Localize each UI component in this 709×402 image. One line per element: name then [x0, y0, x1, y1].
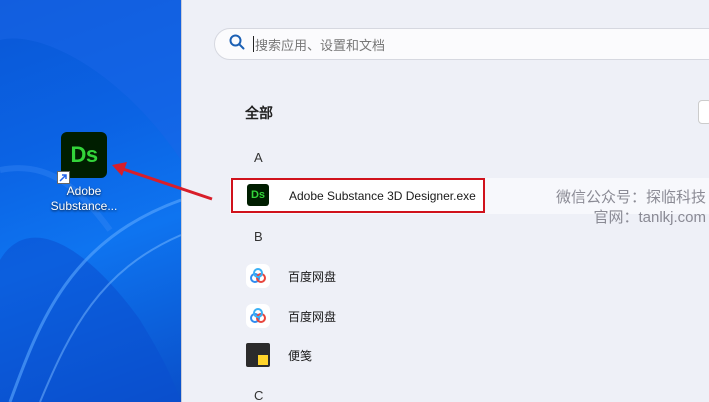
desktop-shortcut-label: Adobe Substance...: [50, 184, 118, 213]
section-title: 全部: [245, 105, 273, 121]
baidu-netdisk-icon: [246, 304, 270, 328]
app-item-label: 便笺: [288, 348, 313, 363]
sticky-notes-icon: [246, 343, 270, 367]
ds-icon-text: Ds: [250, 188, 266, 201]
letter-header-b[interactable]: B: [254, 229, 263, 244]
back-button[interactable]: [698, 100, 709, 124]
watermark-line-1: 微信公众号：探临科技: [555, 189, 706, 206]
ds-icon: Ds: [247, 183, 271, 208]
desktop-shortcut-substance-designer[interactable]: Ds Adobe Substance...: [48, 132, 120, 214]
letter-header-a[interactable]: A: [254, 150, 263, 165]
search-icon: [229, 34, 245, 55]
desktop: Ds Adobe Substance...: [0, 0, 181, 402]
shortcut-arrow-icon: [57, 171, 70, 184]
app-item-baidu-netdisk[interactable]: 百度网盘: [232, 299, 709, 333]
search-placeholder: 搜索应用、设置和文档: [255, 37, 386, 53]
app-item-label: Adobe Substance 3D Designer.exe: [289, 188, 476, 203]
letter-header-c[interactable]: C: [254, 388, 263, 402]
search-input[interactable]: 搜索应用、设置和文档: [214, 28, 709, 60]
app-item-label: 百度网盘: [288, 309, 337, 324]
ds-icon-text: Ds: [70, 142, 98, 167]
app-item-substance-designer[interactable]: Ds Adobe Substance 3D Designer.exe: [231, 178, 485, 213]
watermark-line-2: 官网：tanlkj.com: [593, 209, 706, 226]
app-item-baidu-netdisk[interactable]: 百度网盘: [232, 259, 709, 293]
ds-icon: Ds: [57, 132, 107, 184]
app-item-sticky-notes[interactable]: 便笺: [232, 338, 709, 372]
baidu-netdisk-icon: [246, 264, 270, 288]
text-caret: [253, 36, 254, 52]
app-item-label: 百度网盘: [288, 269, 337, 284]
